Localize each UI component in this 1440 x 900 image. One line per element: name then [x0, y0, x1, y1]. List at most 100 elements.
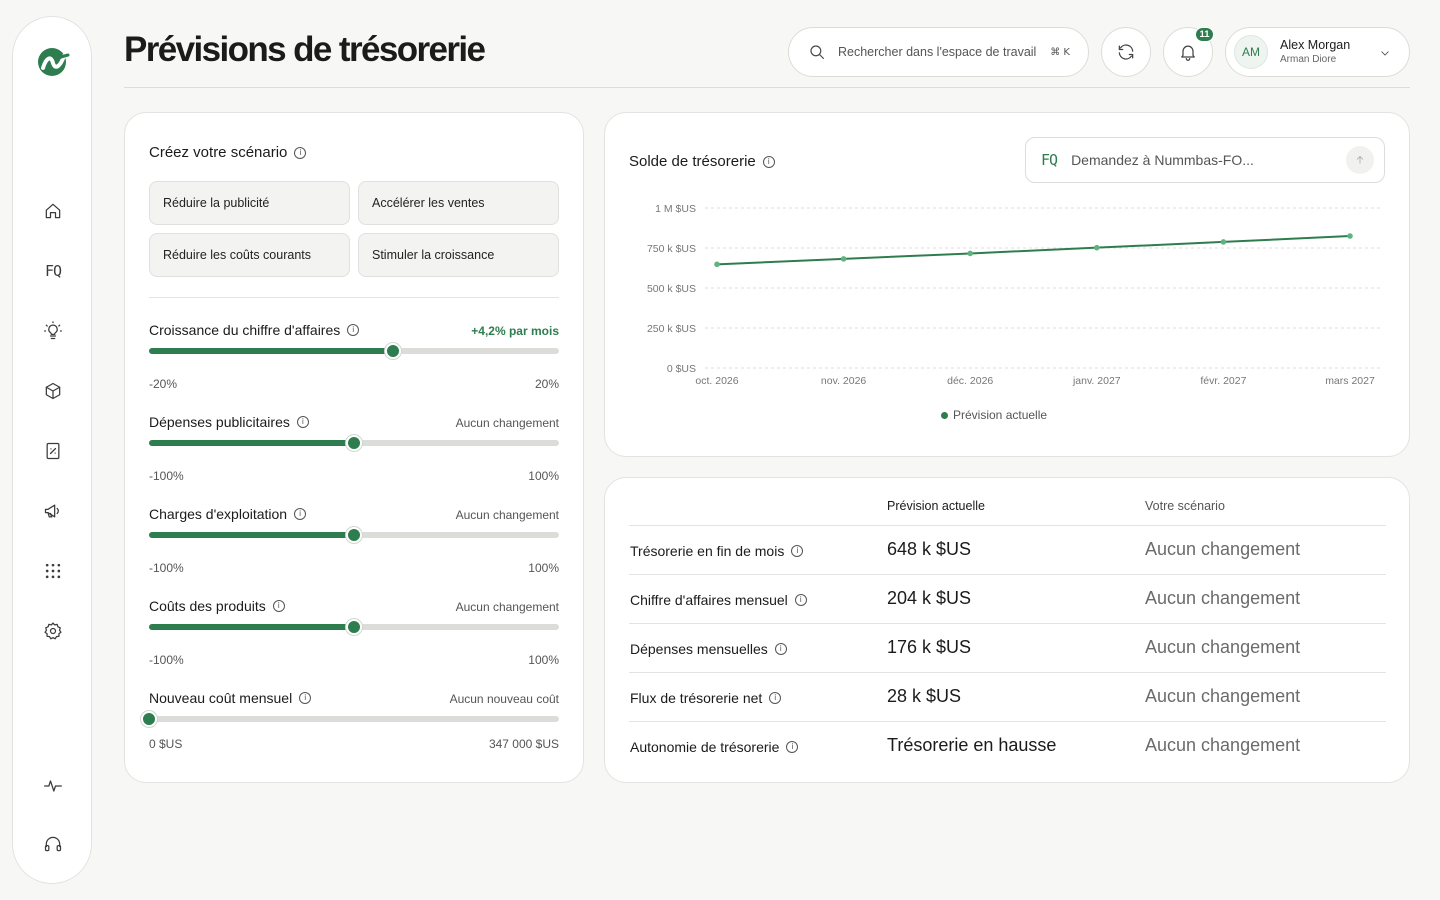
report-icon [46, 442, 60, 460]
nav-apps[interactable] [37, 555, 69, 587]
slider-ad-spend: Dépenses publicitaires i Aucun changement… [149, 414, 559, 483]
nav-settings[interactable] [37, 615, 69, 647]
data-point[interactable] [714, 261, 720, 268]
preset-reduce-ads[interactable]: Réduire la publicité [149, 181, 350, 225]
preset-reduce-costs[interactable]: Réduire les coûts courants [149, 233, 350, 277]
data-point[interactable] [1094, 244, 1100, 251]
sidebar: FQ [12, 16, 92, 884]
table-row: Chiffre d'affaires mensuel i 204 k $US Au… [630, 588, 1301, 608]
slider-fill [149, 440, 354, 446]
slider-thumb[interactable] [384, 343, 401, 359]
slider-thumb[interactable] [346, 435, 362, 451]
search-input[interactable] [838, 45, 1051, 59]
slider-track[interactable] [149, 435, 559, 451]
legend-label: Prévision actuelle [953, 408, 1048, 422]
y-tick-label: 1 M $US [655, 203, 696, 215]
header-divider [124, 87, 1410, 88]
search-box[interactable]: ⌘ K [788, 27, 1089, 77]
slider-min: -20% [149, 377, 178, 391]
nav-products[interactable] [37, 375, 69, 407]
slider-min: 0 $US [149, 737, 183, 751]
preset-accelerate-sales[interactable]: Accélérer les ventes [358, 181, 559, 225]
info-icon[interactable]: i [786, 741, 799, 753]
current-value: 28 k $US [887, 686, 962, 706]
data-point[interactable] [840, 256, 847, 262]
info-icon[interactable]: i [774, 643, 787, 655]
data-point[interactable] [967, 250, 973, 257]
nav-activity[interactable] [37, 770, 69, 802]
y-tick-label: 500 k $US [647, 283, 696, 295]
table-row: Flux de trésorerie net i 28 k $US Aucun c… [630, 686, 1301, 706]
scenario-title: Créez votre scénario i [149, 144, 307, 161]
info-icon[interactable]: i [794, 594, 807, 606]
table-row: Trésorerie en fin de mois i 648 k $US Auc… [630, 539, 1301, 559]
nav-fq[interactable]: FQ [37, 255, 69, 287]
nav-marketing[interactable] [37, 495, 69, 527]
table-row: Autonomie de trésorerie i Trésorerie en h… [630, 735, 1301, 755]
y-tick-label: 250 k $US [647, 323, 696, 335]
info-icon[interactable]: i [769, 692, 782, 704]
slider-track[interactable] [141, 711, 559, 727]
current-value: 204 k $US [887, 588, 972, 608]
slider-value: +4,2% par mois [471, 324, 559, 338]
pulse-icon [44, 780, 62, 792]
current-value: Trésorerie en hausse [887, 735, 1057, 755]
data-point[interactable] [1347, 233, 1353, 239]
data-point[interactable] [1220, 239, 1227, 245]
sync-button[interactable] [1101, 27, 1151, 77]
scenario-value: Aucun changement [1145, 735, 1301, 755]
column-header-scenario: Votre scénario [1145, 499, 1225, 513]
brand-logo-icon[interactable] [33, 43, 71, 81]
nav-home[interactable] [37, 195, 69, 227]
nav-reports[interactable] [37, 435, 69, 467]
user-menu[interactable]: AM Alex Morgan Arman Diore [1225, 27, 1410, 77]
x-tick-label: mars 2027 [1325, 375, 1375, 387]
x-tick-label: oct. 2026 [695, 375, 738, 387]
cash-balance-chart: 0 $US 250 k $US 500 k $US 750 k $US 1 M $US o… [647, 203, 1380, 387]
column-header-current: Prévision actuelle [887, 499, 985, 513]
info-icon[interactable]: i [294, 146, 307, 159]
search-shortcut: ⌘ K [1050, 46, 1070, 58]
info-icon[interactable]: i [272, 600, 285, 612]
info-icon[interactable]: i [299, 692, 312, 704]
slider-fill [149, 532, 354, 538]
slider-thumb[interactable] [141, 711, 157, 727]
x-tick-label: janv. 2027 [1072, 375, 1121, 387]
slider-max: 20% [534, 377, 559, 391]
slider-new-monthly-cost: Nouveau coût mensuel i Aucun nouveau coût… [141, 690, 559, 770]
chart-legend: Prévision actuelle [941, 408, 1047, 422]
slider-thumb[interactable] [346, 527, 362, 543]
slider-max: 347 000 $US [488, 737, 559, 751]
home-icon [45, 203, 61, 219]
fq-icon: FQ [44, 262, 62, 280]
cash-balance-card: Solde de trésoreriei FQ 0 $US250 k $US50… [604, 112, 1410, 457]
scenario-divider [149, 297, 559, 298]
notification-count-badge: 11 [1195, 27, 1214, 42]
slider-value: Aucun changement [455, 416, 559, 430]
slider-value: Aucun changement [455, 600, 559, 614]
series-line [716, 235, 1351, 266]
slider-track[interactable] [149, 527, 559, 543]
nav-insights[interactable] [37, 315, 69, 347]
preset-boost-growth[interactable]: Stimuler la croissance [358, 233, 559, 277]
grid-icon [45, 563, 61, 579]
slider-max: 100% [528, 469, 559, 483]
nav-support[interactable] [37, 828, 69, 860]
box-icon [45, 382, 61, 400]
info-icon[interactable]: i [791, 545, 804, 557]
summary-table-card: Prévision actuelle Votre scénario Trésor… [604, 477, 1410, 783]
info-icon[interactable]: i [296, 416, 309, 428]
x-tick-label: févr. 2027 [1200, 375, 1246, 387]
lightbulb-icon [44, 321, 62, 340]
slider-track[interactable] [149, 619, 559, 635]
slider-min: -100% [149, 561, 184, 575]
info-icon[interactable]: i [294, 508, 307, 520]
scenario-value: Aucun changement [1145, 588, 1301, 608]
notifications-button[interactable]: 11 [1163, 27, 1214, 77]
slider-operating-expenses: Charges d'exploitation i Aucun changement… [149, 506, 559, 575]
slider-track[interactable] [149, 343, 559, 359]
chevron-down-icon [1381, 51, 1389, 56]
slider-thumb[interactable] [346, 619, 362, 635]
info-icon[interactable]: i [347, 324, 360, 336]
slider-min: -100% [149, 469, 184, 483]
